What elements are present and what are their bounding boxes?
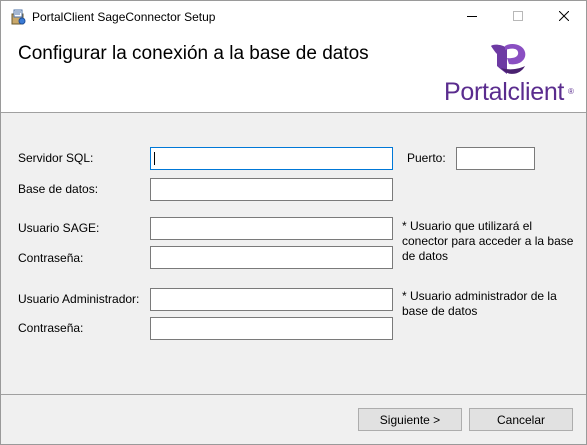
port-input[interactable] [456, 147, 535, 170]
maximize-icon [513, 10, 523, 24]
close-icon [558, 10, 570, 24]
close-button[interactable] [541, 1, 587, 32]
admin-user-label: Usuario Administrador: [18, 292, 140, 306]
database-input[interactable] [150, 178, 393, 201]
sage-user-label: Usuario SAGE: [18, 221, 100, 235]
setup-window: PortalClient SageConnector Setup Configu… [0, 0, 587, 445]
port-label: Puerto: [407, 151, 446, 165]
page-title: Configurar la conexión a la base de dato… [18, 43, 369, 64]
admin-password-input[interactable] [150, 317, 393, 340]
text-caret [154, 152, 155, 165]
sage-user-input[interactable] [150, 217, 393, 240]
next-button[interactable]: Siguiente > [358, 408, 462, 431]
portalclient-logo-mark [487, 40, 529, 82]
admin-password-label: Contraseña: [18, 321, 84, 335]
minimize-icon [467, 10, 477, 24]
admin-user-note: * Usuario administrador de la base de da… [402, 289, 557, 318]
sql-server-input[interactable] [150, 147, 393, 170]
cancel-button[interactable]: Cancelar [469, 408, 573, 431]
sage-password-input[interactable] [150, 246, 393, 269]
window-title: PortalClient SageConnector Setup [32, 10, 216, 24]
maximize-button[interactable] [495, 1, 541, 32]
sql-server-label: Servidor SQL: [18, 151, 94, 165]
sage-user-note: * Usuario que utilizará el conector para… [402, 219, 574, 263]
database-label: Base de datos: [18, 182, 99, 196]
sage-password-label: Contraseña: [18, 251, 84, 265]
minimize-button[interactable] [449, 1, 495, 32]
portalclient-logo-text: Portalclient [444, 78, 565, 106]
registered-mark: ® [568, 87, 574, 96]
setup-package-icon [10, 9, 26, 25]
admin-user-input[interactable] [150, 288, 393, 311]
title-bar: PortalClient SageConnector Setup [1, 1, 586, 32]
footer-divider [1, 394, 586, 395]
header-banner: Configurar la conexión a la base de dato… [1, 32, 586, 113]
